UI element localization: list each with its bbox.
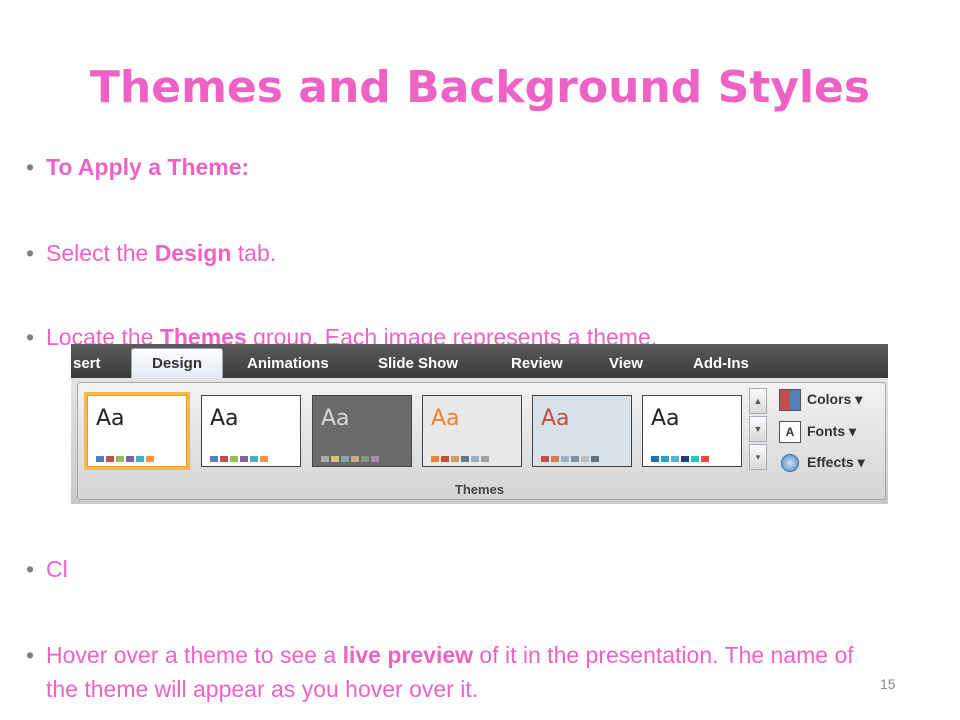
color-swatch [461, 456, 469, 462]
tab-slide-show[interactable]: Slide Show [378, 350, 488, 378]
theme-thumbnail[interactable]: Aa [422, 395, 522, 467]
effects-icon [781, 454, 799, 472]
color-swatch [561, 456, 569, 462]
theme-color-swatches [541, 449, 601, 462]
bullet-bold-text: Design [154, 240, 232, 266]
color-swatch [260, 456, 268, 462]
color-swatch [230, 456, 238, 462]
color-swatch [106, 456, 114, 462]
tab-design[interactable]: Design [131, 348, 223, 379]
tab-animations[interactable]: Animations [247, 350, 357, 378]
bullet-hover-preview: Hover over a theme to see a live preview… [26, 638, 886, 706]
color-swatch [471, 456, 479, 462]
theme-sample-text: Aa [321, 406, 350, 431]
fonts-label: Fonts ▾ [807, 423, 857, 439]
color-swatch [341, 456, 349, 462]
color-swatch [136, 456, 144, 462]
color-swatch [551, 456, 559, 462]
theme-thumbnail[interactable]: Aa [201, 395, 301, 467]
color-swatch [351, 456, 359, 462]
theme-color-swatches [431, 449, 491, 462]
colors-icon [779, 389, 801, 411]
tab-view[interactable]: View [609, 350, 669, 378]
theme-sample-text: Aa [541, 406, 570, 431]
color-swatch [431, 456, 439, 462]
slide-number: 15 [880, 676, 896, 692]
gallery-more-button[interactable]: ▾ [749, 444, 767, 470]
bullet-bold-text: live preview [342, 642, 474, 668]
theme-sample-text: Aa [651, 406, 680, 431]
bullet-bold-text: To Apply a Theme: [46, 154, 250, 180]
color-swatch [126, 456, 134, 462]
theme-sample-text: Aa [431, 406, 460, 431]
slide-title: Themes and Background Styles [89, 62, 871, 113]
color-swatch [671, 456, 679, 462]
theme-thumbnail[interactable]: Aa [84, 392, 190, 470]
theme-thumbnail[interactable]: Aa [532, 395, 632, 467]
color-swatch [321, 456, 329, 462]
bullet-text: Cl [46, 556, 68, 582]
tab-add-ins[interactable]: Add-Ins [693, 350, 773, 378]
color-swatch [591, 456, 599, 462]
gallery-scroll-down-button[interactable]: ▼ [749, 416, 767, 442]
color-swatch [441, 456, 449, 462]
color-swatch [701, 456, 709, 462]
tab-insert[interactable]: sert [73, 350, 131, 378]
color-swatch [541, 456, 549, 462]
gallery-scroll-up-button[interactable]: ▲ [749, 388, 767, 414]
theme-color-swatches [321, 449, 381, 462]
theme-sample-text: Aa [210, 406, 239, 431]
fonts-icon: A [779, 421, 801, 443]
color-swatch [451, 456, 459, 462]
color-swatch [691, 456, 699, 462]
bullet-text: tab. [231, 240, 277, 266]
theme-thumbnail[interactable]: Aa [642, 395, 742, 467]
tab-review[interactable]: Review [511, 350, 591, 378]
color-swatch [661, 456, 669, 462]
color-swatch [571, 456, 579, 462]
color-swatch [651, 456, 659, 462]
gallery-scroll: ▲ ▼ ▾ [749, 388, 767, 470]
color-swatch [250, 456, 258, 462]
bullet-select-design: Select the Design tab. [26, 236, 886, 270]
color-swatch [96, 456, 104, 462]
ribbon-tab-bar: sert Design Animations Slide Show Review… [71, 344, 888, 379]
bullet-text: Select the [46, 240, 155, 266]
theme-color-swatches [210, 449, 270, 462]
theme-thumbnail[interactable]: Aa [312, 395, 412, 467]
color-swatch [116, 456, 124, 462]
color-swatch [371, 456, 379, 462]
color-swatch [331, 456, 339, 462]
color-swatch [210, 456, 218, 462]
effects-label: Effects ▾ [807, 454, 865, 470]
theme-color-swatches [651, 449, 711, 462]
bullet-list: To Apply a Theme: Select the Design tab.… [26, 150, 886, 702]
theme-color-swatches [96, 449, 156, 462]
bullet-text: Hover over a theme to see a [46, 642, 343, 668]
color-swatch [481, 456, 489, 462]
bullet-apply-theme: To Apply a Theme: [26, 150, 886, 184]
bullet-click-theme: Cl [26, 552, 886, 586]
colors-label: Colors ▾ [807, 391, 863, 407]
color-swatch [146, 456, 154, 462]
themes-group-label: Themes [454, 482, 505, 497]
color-swatch [361, 456, 369, 462]
color-swatch [581, 456, 589, 462]
color-swatch [240, 456, 248, 462]
color-swatch [681, 456, 689, 462]
design-ribbon-screenshot: sert Design Animations Slide Show Review… [71, 344, 888, 504]
color-swatch [220, 456, 228, 462]
theme-sample-text: Aa [96, 406, 125, 431]
